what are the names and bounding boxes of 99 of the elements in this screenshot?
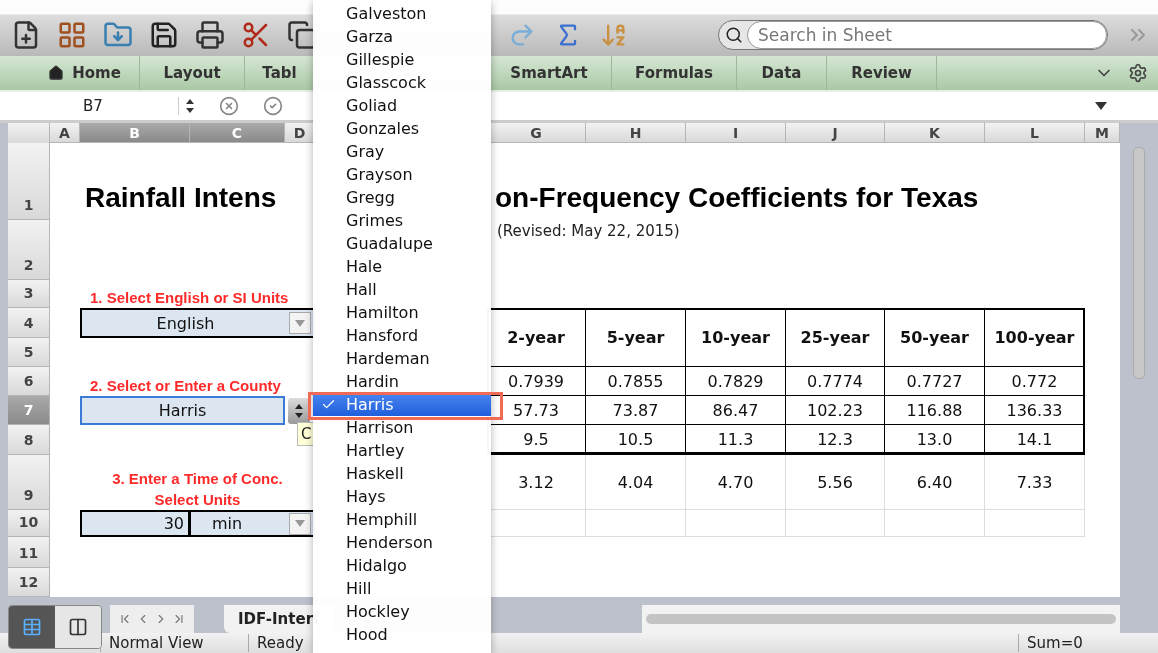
cancel-icon[interactable] — [219, 96, 239, 116]
table-cell: 116.88 — [885, 396, 985, 425]
column-header[interactable]: A — [50, 123, 80, 143]
table-cell: 14.1 — [985, 425, 1085, 455]
menu-item[interactable]: Goliad — [313, 94, 491, 117]
confirm-icon[interactable] — [263, 96, 283, 116]
row-header[interactable]: 3 — [8, 280, 50, 308]
time-unit-dropdown[interactable]: min — [190, 510, 315, 537]
menu-item[interactable]: Henderson — [313, 531, 491, 554]
menu-item[interactable]: Hidalgo — [313, 554, 491, 577]
row-header[interactable]: 9 — [8, 455, 50, 510]
menu-item[interactable]: Grayson — [313, 163, 491, 186]
table-cell: 0.7855 — [586, 367, 686, 396]
table-cell: 11.3 — [686, 425, 786, 455]
table-cell: 0.7774 — [786, 367, 885, 396]
columns-icon — [68, 617, 88, 637]
ribbon-tab[interactable]: Review — [827, 56, 937, 90]
ribbon-tab[interactable]: Home — [30, 56, 140, 90]
sheet-title: on-Frequency Coefficients for Texas — [494, 182, 979, 215]
home-icon — [48, 65, 65, 81]
column-header[interactable]: J — [786, 123, 885, 143]
step-label: 2. Select or Enter a County — [89, 376, 281, 396]
column-heading: 50-year — [885, 308, 985, 367]
search-field[interactable]: Search in Sheet — [718, 20, 1108, 50]
column-header[interactable]: M — [1085, 123, 1120, 143]
menu-item[interactable]: Hemphill — [313, 508, 491, 531]
county-field[interactable]: Harris — [80, 396, 285, 425]
column-header[interactable]: L — [985, 123, 1085, 143]
select-all-corner[interactable] — [8, 123, 50, 143]
name-box[interactable]: B7 — [8, 97, 179, 115]
sheet-title: Rainfall Intens — [84, 182, 277, 215]
table-cell: 4.04 — [586, 455, 686, 510]
caret-down-icon — [295, 319, 305, 327]
table-cell: 0.7829 — [686, 367, 786, 396]
last-sheet-icon[interactable] — [172, 612, 186, 626]
sum-readout: Sum=0 — [1018, 634, 1108, 652]
row-header[interactable]: 8 — [8, 425, 50, 455]
table-cell: 13.0 — [885, 425, 985, 455]
scrollbar-thumb[interactable] — [646, 614, 1116, 624]
menu-item[interactable]: Galveston — [313, 2, 491, 25]
row-header[interactable]: 2 — [8, 220, 50, 280]
ribbon-tab[interactable]: Layout — [140, 56, 245, 90]
row-header[interactable]: 11 — [8, 537, 50, 568]
menu-item[interactable]: Gray — [313, 140, 491, 163]
table-cell: 10.5 — [586, 425, 686, 455]
column-heading: 5-year — [586, 308, 686, 367]
search-icon — [725, 26, 743, 44]
save-icon[interactable] — [149, 20, 179, 50]
ribbon-tab[interactable]: Formulas — [612, 56, 737, 90]
scrollbar-thumb[interactable] — [1133, 147, 1145, 379]
menu-item[interactable]: Garza — [313, 25, 491, 48]
table-cell: 73.87 — [586, 396, 686, 425]
time-field[interactable]: 30 — [80, 510, 190, 537]
stepper-icon[interactable] — [288, 397, 310, 424]
table-icon — [22, 617, 42, 637]
step-label: 1. Select English or SI Units — [89, 288, 289, 308]
table-cell: 12.3 — [786, 425, 885, 455]
row-header[interactable]: 4 — [8, 308, 50, 338]
print-icon[interactable] — [195, 20, 225, 50]
caret-down-icon[interactable] — [1095, 102, 1107, 110]
menu-item[interactable]: Hill — [313, 577, 491, 600]
grid-gallery-icon[interactable] — [57, 20, 87, 50]
table-cell: 136.33 — [985, 396, 1085, 425]
stepper-icon[interactable] — [185, 98, 195, 114]
menu-item[interactable]: Hale — [313, 255, 491, 278]
column-heading: 25-year — [786, 308, 885, 367]
table-cell: 86.47 — [686, 396, 786, 425]
column-header[interactable]: D — [285, 123, 315, 143]
column-heading: 10-year — [686, 308, 786, 367]
row-header[interactable]: 6 — [8, 367, 50, 396]
caret-down-icon — [295, 520, 305, 527]
column-header[interactable]: K — [885, 123, 985, 143]
revision-date: (Revised: May 22, 2015) — [496, 221, 680, 240]
menu-item[interactable]: Grimes — [313, 209, 491, 232]
ribbon-tab[interactable]: Data — [737, 56, 827, 90]
row-header[interactable]: 1 — [8, 143, 50, 220]
page-layout-button[interactable] — [55, 606, 101, 648]
step-label: 3. Enter a Time of Conc. Select Units — [112, 469, 283, 510]
column-heading: 100-year — [985, 308, 1085, 367]
menu-item[interactable]: Guadalupe — [313, 232, 491, 255]
first-sheet-icon[interactable] — [118, 612, 132, 626]
settings-icon[interactable] — [1128, 63, 1148, 83]
menu-item[interactable]: Harris — [313, 393, 491, 416]
table-cell: 7.33 — [985, 455, 1085, 510]
table-cell: 102.23 — [786, 396, 885, 425]
column-header[interactable]: H — [586, 123, 686, 143]
units-dropdown[interactable]: English — [80, 308, 315, 338]
table-cell: 0.7727 — [885, 367, 985, 396]
table-cell: 0.772 — [985, 367, 1085, 396]
row-header[interactable]: 12 — [8, 568, 50, 597]
table-cell: 4.70 — [686, 455, 786, 510]
column-header[interactable]: I — [686, 123, 786, 143]
table-cell: 5.56 — [786, 455, 885, 510]
status-view: Normal View — [100, 634, 248, 652]
row-header[interactable]: 10 — [8, 510, 50, 537]
table-cell: 6.40 — [885, 455, 985, 510]
menu-item[interactable]: Hall — [313, 278, 491, 301]
row-header[interactable]: 5 — [8, 338, 50, 367]
menu-item[interactable]: Gregg — [313, 186, 491, 209]
